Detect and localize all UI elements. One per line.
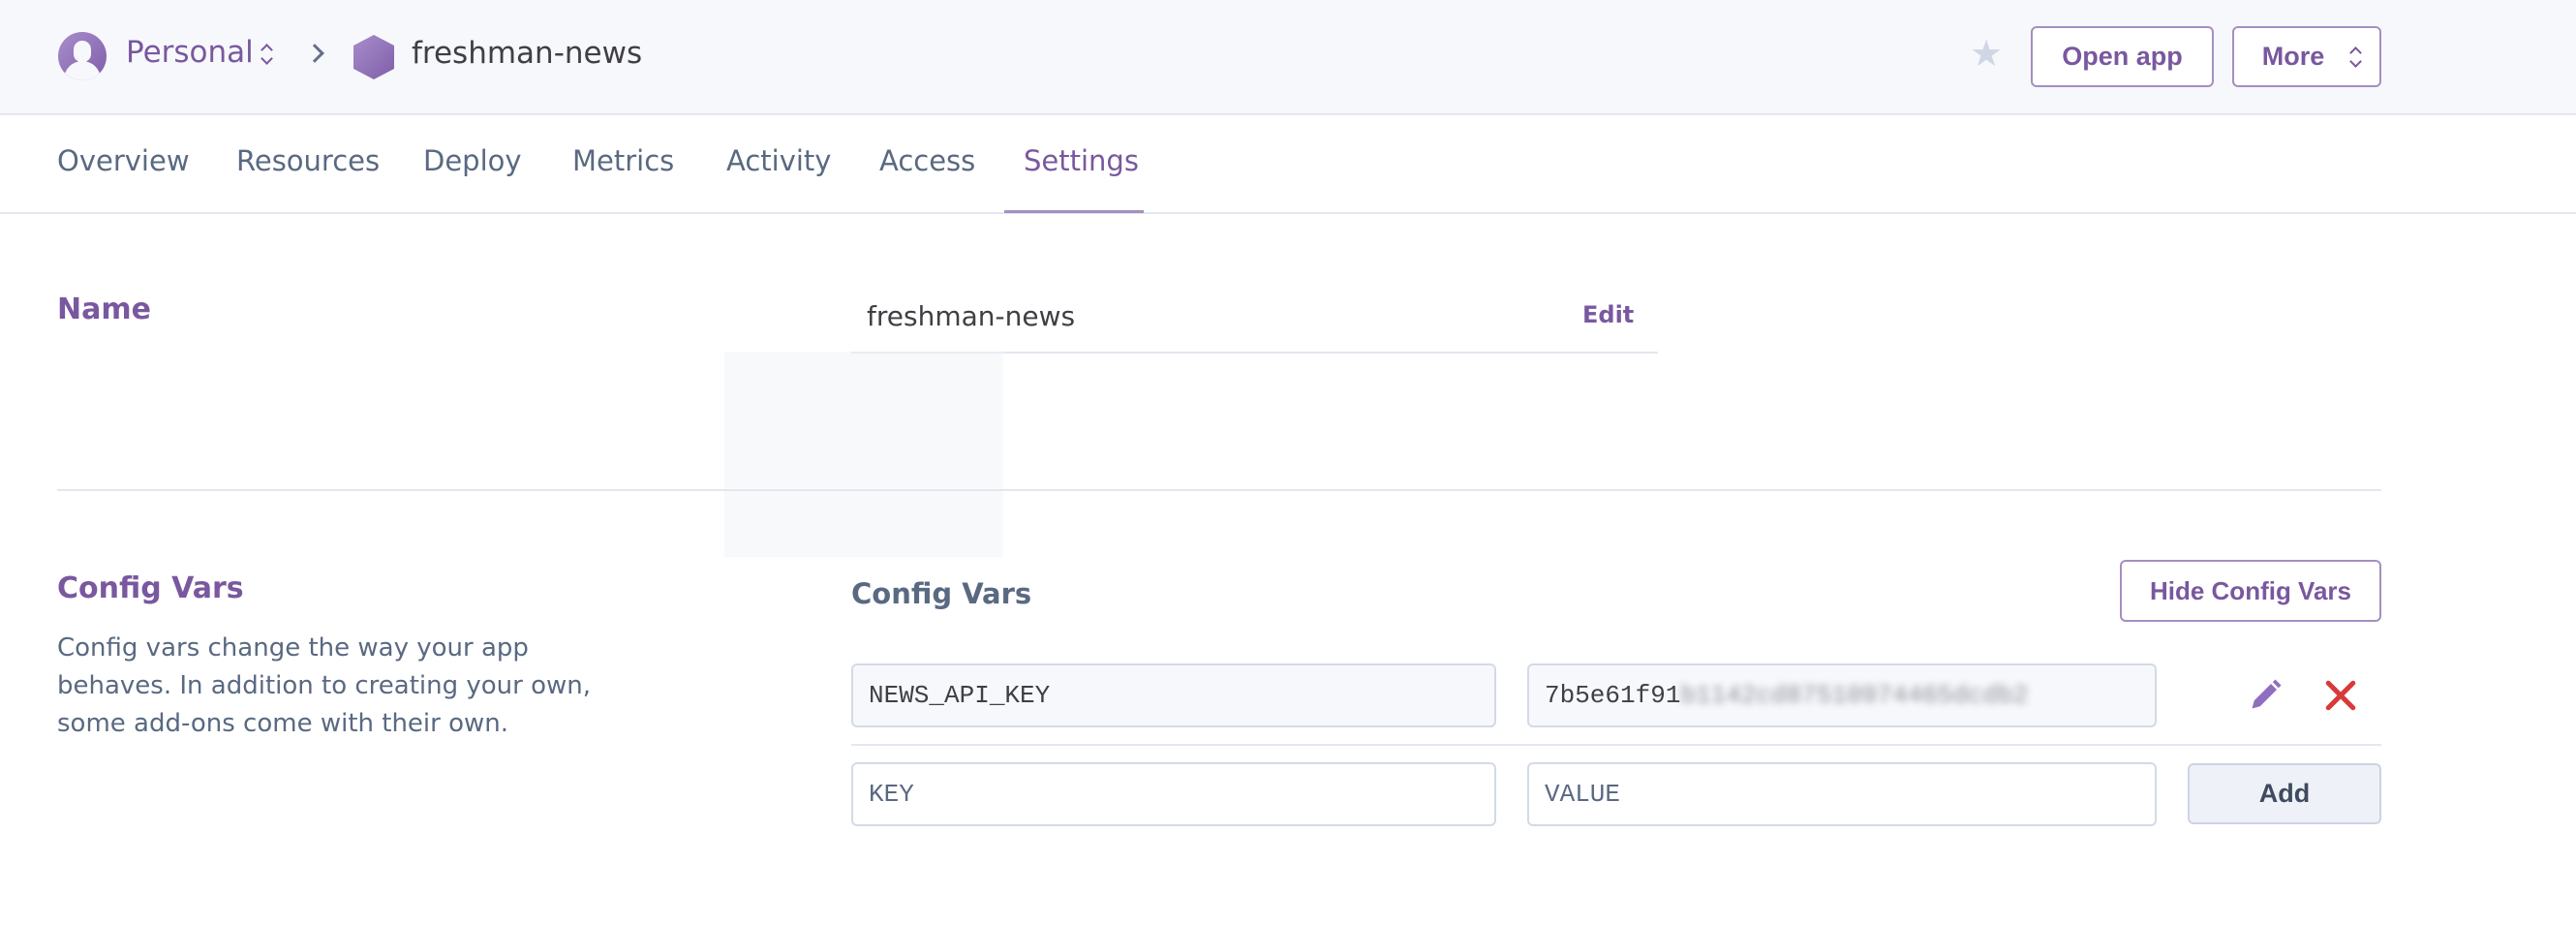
new-value-input[interactable]	[1527, 762, 2157, 826]
more-chevron-icon	[2348, 46, 2362, 69]
config-var-value-field[interactable]: 7b5e61f91 b1142cd87510974465dcdb2	[1527, 663, 2157, 727]
tab-metrics[interactable]: Metrics	[572, 144, 674, 177]
config-var-row-separator	[851, 744, 2381, 746]
delete-x-icon[interactable]	[2324, 679, 2357, 712]
open-app-button[interactable]: Open app	[2031, 26, 2214, 87]
config-vars-section-title: Config Vars	[57, 571, 244, 605]
more-label: More	[2261, 42, 2325, 71]
config-var-key-field[interactable]: NEWS_API_KEY	[851, 663, 1496, 727]
app-tabs: Overview Resources Deploy Metrics Activi…	[0, 117, 2576, 214]
config-var-value-redacted: b1142cd87510974465dcdb2	[1680, 681, 2029, 710]
account-switcher-chevron-icon[interactable]	[260, 43, 273, 66]
tab-settings[interactable]: Settings	[1024, 144, 1139, 177]
hide-config-vars-button[interactable]: Hide Config Vars	[2120, 560, 2381, 622]
config-var-value-visible: 7b5e61f91	[1545, 681, 1681, 710]
section-divider	[57, 489, 2381, 491]
breadcrumb-chevron-right-icon	[305, 44, 324, 63]
app-hexagon-icon	[353, 35, 394, 79]
breadcrumb-app-name[interactable]: freshman-news	[412, 36, 642, 71]
edit-name-button[interactable]: Edit	[1582, 301, 1634, 328]
config-vars-description: Config vars change the way your app beha…	[57, 633, 592, 738]
new-key-input[interactable]	[851, 762, 1496, 826]
app-name-value: freshman-news	[867, 300, 1076, 332]
config-vars-heading: Config Vars	[851, 577, 1032, 610]
tab-deploy[interactable]: Deploy	[423, 144, 522, 177]
name-section-title: Name	[57, 293, 151, 326]
account-switcher[interactable]: Personal	[126, 35, 254, 70]
tab-access[interactable]: Access	[879, 144, 975, 177]
add-config-var-button[interactable]: Add	[2188, 763, 2381, 824]
tab-resources[interactable]: Resources	[236, 144, 380, 177]
app-header: Personal freshman-news ★ Open app More	[0, 0, 2576, 115]
favorite-star-icon[interactable]: ★	[1970, 35, 2003, 72]
tab-overview[interactable]: Overview	[57, 144, 190, 177]
personal-avatar-icon[interactable]	[58, 32, 107, 80]
faded-overlay	[724, 352, 1003, 557]
more-menu-button[interactable]: More	[2232, 26, 2381, 87]
edit-pencil-icon[interactable]	[2248, 678, 2283, 713]
active-tab-indicator	[1004, 210, 1144, 213]
tab-activity[interactable]: Activity	[726, 144, 831, 177]
config-var-key-text: NEWS_API_KEY	[869, 681, 1051, 710]
